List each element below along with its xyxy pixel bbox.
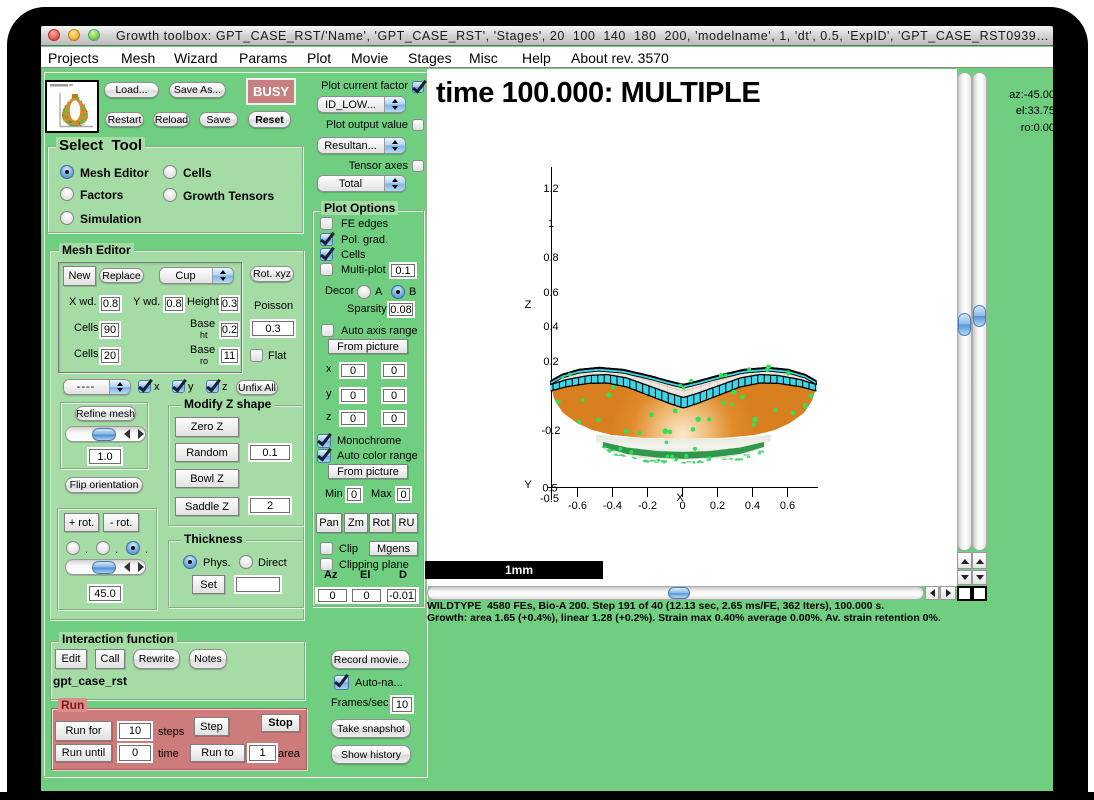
svg-text:0: 0	[679, 500, 685, 512]
svg-text:Y: Y	[524, 479, 532, 491]
svg-text:1: 1	[548, 218, 554, 230]
svg-text:Z: Z	[525, 299, 532, 311]
svg-text:1.2: 1.2	[543, 183, 558, 195]
svg-text:0.2: 0.2	[543, 356, 558, 368]
svg-text:-0.5: -0.5	[540, 493, 559, 505]
svg-text:-0.2: -0.2	[542, 425, 561, 437]
svg-text:-0.4: -0.4	[603, 500, 622, 512]
svg-text:-0.2: -0.2	[638, 500, 657, 512]
svg-text:0.8: 0.8	[543, 252, 558, 264]
svg-text:-0.6: -0.6	[568, 500, 587, 512]
svg-text:0.6: 0.6	[780, 500, 795, 512]
svg-text:0.2: 0.2	[710, 500, 725, 512]
svg-text:0.4: 0.4	[745, 500, 760, 512]
svg-text:0.4: 0.4	[543, 321, 558, 333]
svg-text:0.6: 0.6	[543, 287, 558, 299]
